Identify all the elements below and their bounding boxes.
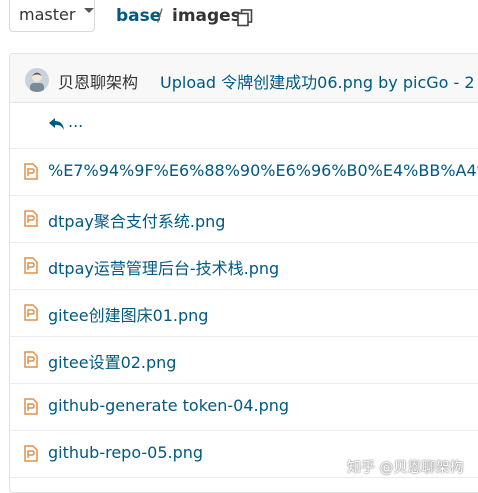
image-file-icon bbox=[24, 257, 38, 274]
image-file-icon bbox=[24, 351, 38, 368]
commit-message-link[interactable]: Upload 令牌创建成功06.png by picGo - 2 bbox=[160, 69, 475, 93]
watermark: 知乎 @贝恩聊架构 bbox=[347, 460, 464, 476]
file-row[interactable]: gitee创建图床01.png bbox=[10, 290, 478, 337]
caret-down-icon bbox=[84, 8, 94, 13]
breadcrumb-separator: / bbox=[157, 6, 163, 26]
branch-label: master bbox=[19, 5, 76, 24]
commit-author[interactable]: 贝恩聊架构 bbox=[58, 69, 138, 93]
parent-directory-link[interactable]: ... bbox=[68, 112, 83, 131]
file-row[interactable]: dtpay运营管理后台-技术栈.png bbox=[10, 243, 478, 290]
file-row[interactable]: gitee设置02.png bbox=[10, 337, 478, 384]
file-row[interactable]: dtpay聚合支付系统.png bbox=[10, 196, 478, 243]
file-name-link[interactable]: dtpay聚合支付系统.png bbox=[48, 208, 225, 232]
image-file-icon bbox=[24, 304, 38, 321]
image-file-icon bbox=[24, 445, 38, 462]
file-name-link[interactable]: gitee设置02.png bbox=[48, 349, 176, 373]
file-name-link[interactable]: %E7%94%9F%E6%88%90%E6%96%B0%E4%BB%A4%... bbox=[48, 161, 478, 180]
breadcrumb-repo-link[interactable]: base bbox=[116, 6, 161, 26]
latest-commit-bar: 贝恩聊架构 Upload 令牌创建成功06.png by picGo - 2 bbox=[10, 54, 478, 103]
image-file-icon bbox=[24, 163, 38, 180]
image-file-icon bbox=[24, 398, 38, 415]
avatar[interactable] bbox=[25, 68, 49, 92]
file-name-link[interactable]: github-repo-05.png bbox=[48, 443, 203, 462]
branch-selector[interactable]: master bbox=[9, 0, 95, 32]
copy-icon[interactable] bbox=[237, 9, 253, 27]
parent-directory-row[interactable]: ... bbox=[10, 102, 478, 149]
file-row[interactable]: github-generate token-04.png bbox=[10, 384, 478, 431]
file-name-link[interactable]: gitee创建图床01.png bbox=[48, 302, 208, 326]
breadcrumb-current: images bbox=[172, 6, 241, 26]
back-arrow-icon bbox=[49, 118, 64, 130]
top-bar: master base / images bbox=[0, 0, 478, 40]
file-row[interactable]: %E7%94%9F%E6%88%90%E6%96%B0%E4%BB%A4%... bbox=[10, 149, 478, 196]
image-file-icon bbox=[24, 210, 38, 227]
file-list-panel: 贝恩聊架构 Upload 令牌创建成功06.png by picGo - 2 .… bbox=[9, 53, 478, 493]
file-name-link[interactable]: dtpay运营管理后台-技术栈.png bbox=[48, 255, 279, 279]
file-name-link[interactable]: github-generate token-04.png bbox=[48, 396, 289, 415]
